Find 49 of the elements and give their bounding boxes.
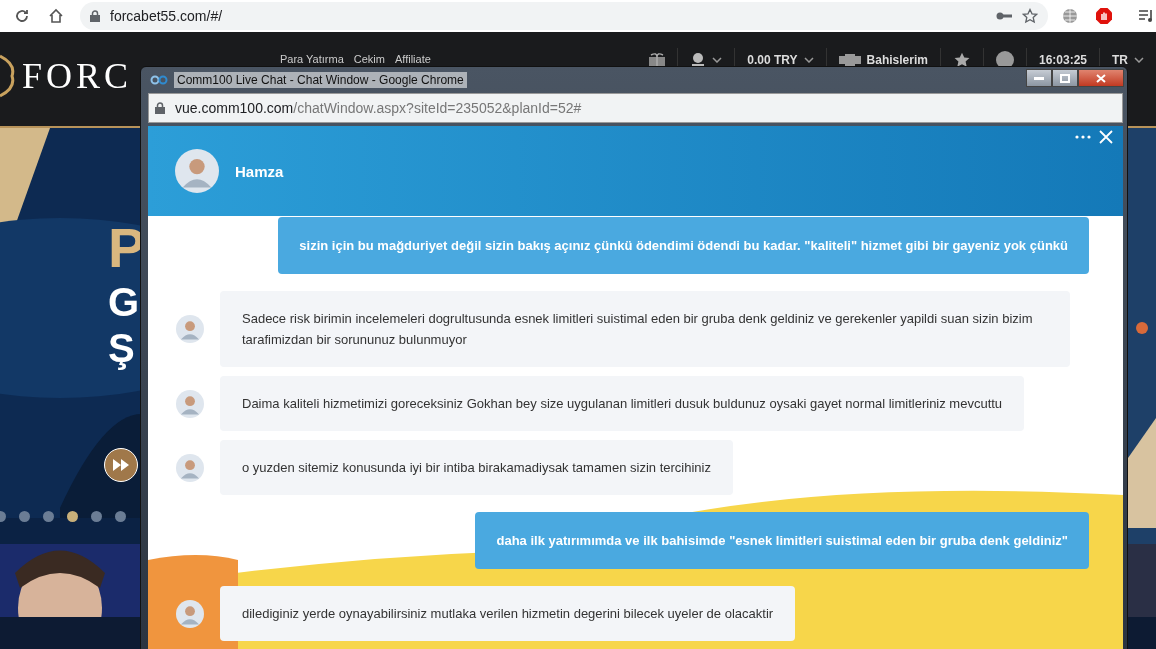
avatar-icon — [176, 599, 204, 628]
address-field[interactable]: vue.comm100.com/chatWindow.aspx?siteId=235052&planId=52# — [148, 93, 1123, 123]
message-bubble: dilediginiz yerde oynayabilirsiniz mutlaka verilen hizmetin degerini bilecek uyeler de olacaktir — [220, 586, 796, 641]
nav-link[interactable]: Cekim — [353, 53, 385, 65]
chevron-icon — [803, 57, 814, 63]
url-text: forcabet55.com/#/ — [110, 8, 224, 24]
agent-name: Hamza — [235, 162, 284, 180]
chevron-icon — [1134, 57, 1144, 63]
close-icon — [1096, 73, 1106, 83]
carousel-dot[interactable] — [91, 511, 102, 522]
chevron-icon — [712, 57, 723, 63]
minimize-button[interactable] — [1026, 69, 1052, 87]
lock-icon — [90, 10, 100, 22]
more-button[interactable] — [1075, 135, 1091, 139]
nav-link[interactable]: Para Yatırma — [280, 53, 344, 65]
hero-heading: G — [108, 282, 141, 322]
minimize-icon — [1034, 76, 1044, 80]
clock-text: 16:03:25 — [1038, 53, 1087, 67]
carousel-dot[interactable] — [115, 511, 126, 522]
fast-forward-icon — [113, 459, 129, 471]
carousel-dot[interactable] — [67, 511, 78, 522]
maximize-button[interactable] — [1052, 69, 1078, 87]
avatar-icon — [176, 315, 204, 343]
message-bubble: Daima kaliteli hizmetimizi goreceksiniz Gokhan bey size uygulanan limitleri dusuk buldunuz oysaki gayet normal limitleriniz mevcuttu — [220, 376, 1025, 431]
message-bubble: sizin için bu mağduriyet değil sizin bakış açınız çünkü ödendimi ödendi bu kadar. "kaliteli" hizmet gibi bir gayeniz yok çünkü — [278, 217, 1089, 274]
chain-icon — [150, 75, 168, 85]
nav-link[interactable]: Affiliate — [394, 53, 431, 65]
maximize-icon — [1060, 73, 1070, 83]
avatar-icon — [175, 149, 219, 193]
message-bubble: Sadece risk birimin incelemeleri dogrultusunda esnek limitleri suistimal eden bir gruba denk geldiniz ve gerekenler yapildi suan sizin bizim tarafimizdan bir sorununuz bulunmuyor — [220, 291, 1070, 367]
hero-heading: Ş — [108, 328, 136, 368]
star-icon[interactable] — [952, 51, 971, 69]
star-icon[interactable] — [1022, 8, 1038, 24]
bets-link[interactable]: Bahislerim — [866, 53, 928, 67]
balance-text[interactable]: 0.00 TRY — [747, 53, 798, 67]
window-title: Comm100 Live Chat - Chat Window - Google Chrome — [174, 72, 467, 88]
url-text: vue.comm100.com/chatWindow.aspx?siteId=235052&planId=52# — [175, 100, 582, 116]
key-icon[interactable] — [996, 11, 1012, 21]
avatar-icon — [176, 389, 204, 418]
address-field[interactable]: forcabet55.com/#/ — [80, 2, 1048, 30]
message-bubble: daha ilk yatırımımda ve ilk bahisimde "esnek limitleri suistimal eden bir gruba denk geldiniz" — [475, 512, 1089, 569]
carousel-dot[interactable] — [19, 511, 30, 522]
carousel-dot[interactable] — [43, 511, 54, 522]
close-button[interactable] — [1078, 69, 1124, 87]
avatar-icon — [176, 453, 204, 482]
logo-text: FORC — [22, 55, 133, 97]
message-bubble: o yuzden sitemiz konusunda iyi bir intiba birakamadiysak tamamen sizin tercihiniz — [220, 440, 733, 495]
language-selector[interactable]: TR — [1112, 53, 1128, 67]
lock-icon — [155, 102, 165, 114]
